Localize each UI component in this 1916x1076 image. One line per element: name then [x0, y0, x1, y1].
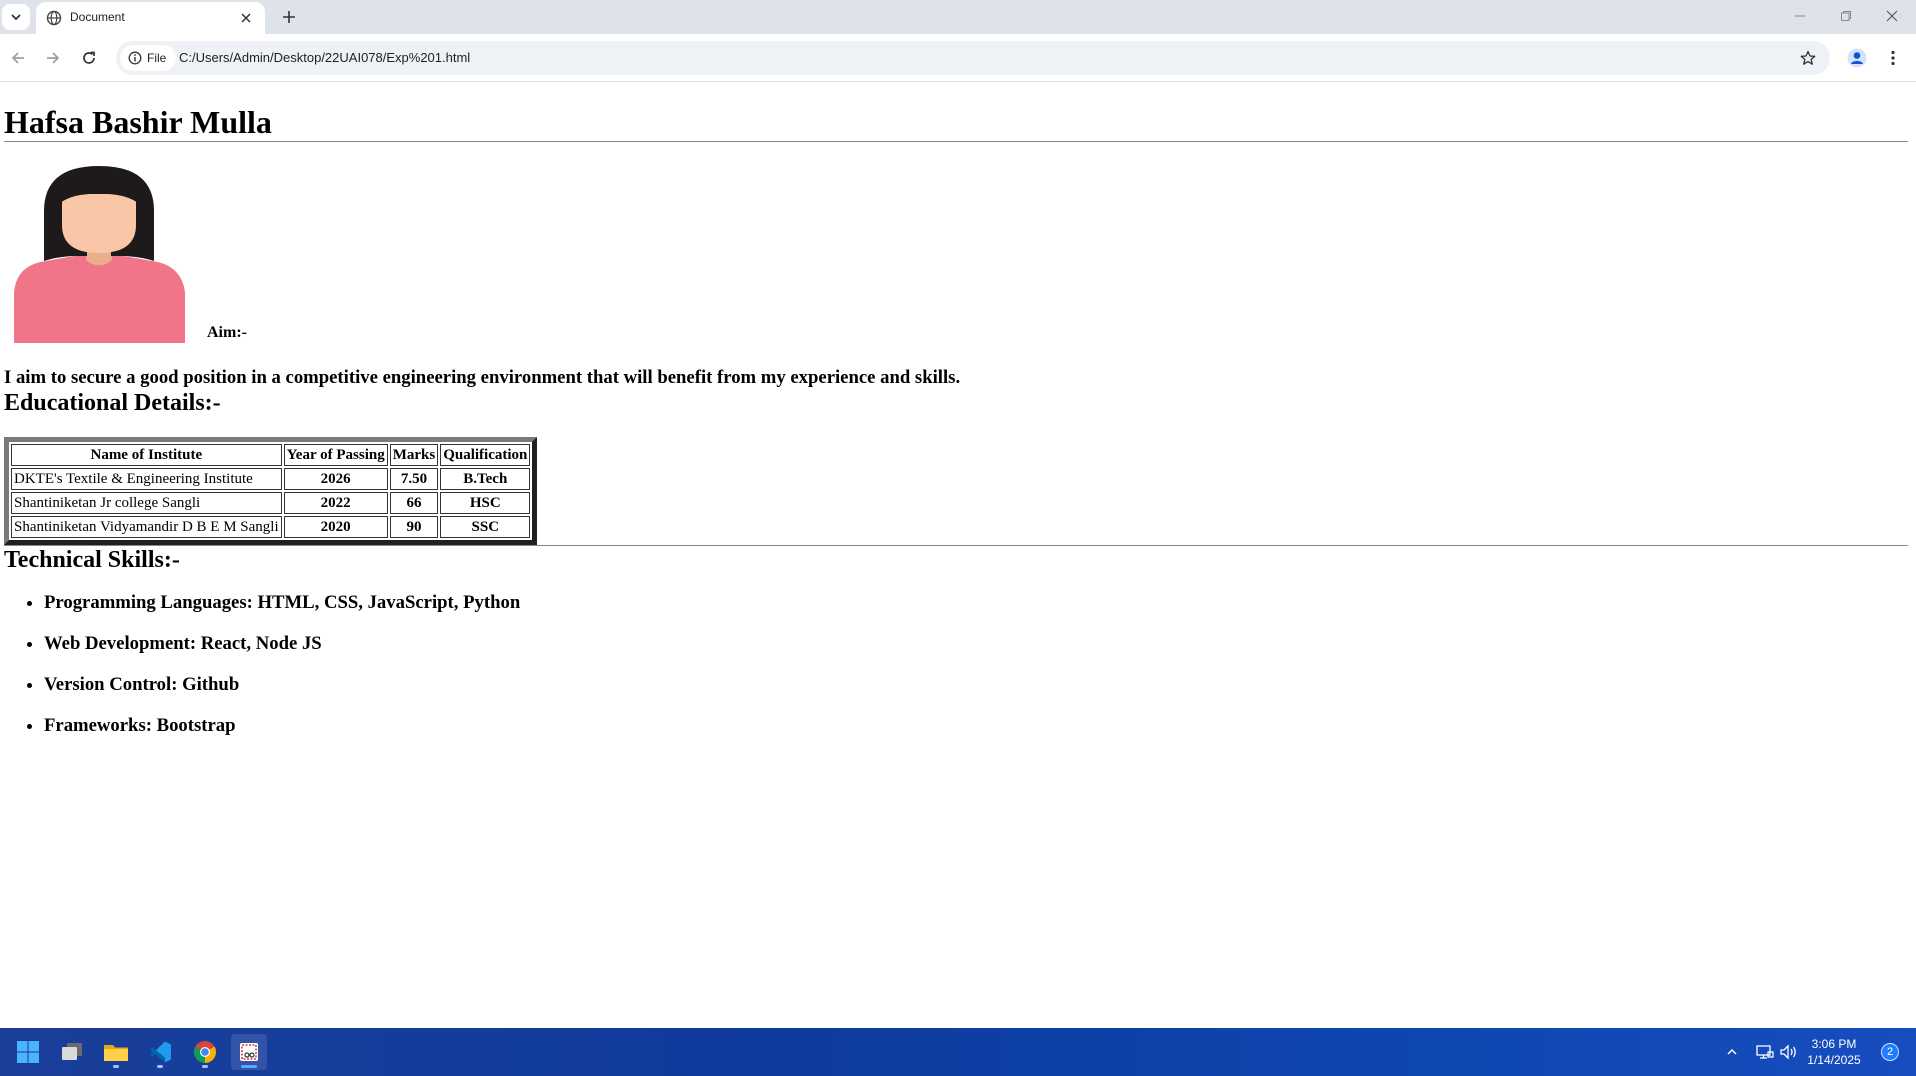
table-row: Shantiniketan Vidyamandir D B E M Sangli…	[11, 516, 531, 538]
minimize-icon	[1795, 15, 1805, 17]
browser-toolbar: File C:/Users/Admin/Desktop/22UAI078/Exp…	[0, 34, 1916, 82]
divider	[4, 141, 1908, 142]
kebab-menu-icon	[1891, 50, 1895, 66]
new-tab-button[interactable]	[277, 5, 301, 29]
tab-document[interactable]: Document	[36, 2, 265, 34]
table-row: DKTE's Textile & Engineering Institute 2…	[11, 468, 531, 490]
taskbar: 3:06 PM 1/14/2025 2	[0, 1028, 1916, 1076]
profile-icon	[1847, 48, 1867, 68]
avatar	[14, 166, 185, 343]
snipping-tool-icon	[240, 1043, 258, 1061]
chrome-icon	[194, 1041, 216, 1063]
column-header: Qualification	[440, 444, 531, 466]
marks-cell: 66	[389, 492, 439, 514]
notification-badge[interactable]: 2	[1881, 1043, 1899, 1061]
network-button[interactable]	[1755, 1042, 1775, 1062]
url-text[interactable]: C:/Users/Admin/Desktop/22UAI078/Exp%201.…	[179, 50, 470, 65]
back-button[interactable]	[4, 44, 32, 72]
clock-date: 1/14/2025	[1807, 1053, 1861, 1067]
star-icon	[1800, 50, 1816, 65]
qualification-cell: SSC	[440, 516, 531, 538]
resume-page: Hafsa Bashir Mulla Aim:- I aim to secure…	[4, 83, 1908, 756]
aim-text: I aim to secure a good position in a com…	[4, 367, 961, 388]
file-explorer-button[interactable]	[98, 1034, 134, 1070]
arrow-right-icon	[47, 52, 60, 64]
institute-cell: Shantiniketan Vidyamandir D B E M Sangli	[11, 516, 282, 538]
vscode-icon	[150, 1041, 171, 1063]
year-cell: 2026	[283, 468, 388, 490]
profile-button[interactable]	[1843, 44, 1871, 72]
tab-strip: Document	[0, 0, 1916, 34]
marks-cell: 90	[389, 516, 439, 538]
chevron-up-icon	[1727, 1048, 1737, 1055]
education-table: Name of Institute Year of Passing Marks …	[4, 437, 538, 545]
tab-title: Document	[70, 10, 125, 24]
windows-start-icon	[17, 1041, 39, 1063]
chevron-down-icon	[11, 14, 21, 21]
page-title: Hafsa Bashir Mulla	[4, 104, 272, 140]
running-indicator	[113, 1065, 119, 1068]
list-item: Frameworks: Bootstrap	[44, 715, 1908, 737]
skills-list: Programming Languages: HTML, CSS, JavaSc…	[4, 592, 1908, 737]
column-header: Name of Institute	[11, 444, 282, 466]
network-icon	[1756, 1045, 1774, 1059]
file-explorer-icon	[104, 1045, 128, 1061]
restore-icon	[1841, 11, 1851, 21]
close-window-button[interactable]	[1869, 0, 1915, 32]
start-button[interactable]	[10, 1034, 46, 1070]
address-bar[interactable]: File C:/Users/Admin/Desktop/22UAI078/Exp…	[116, 41, 1830, 75]
site-info-chip[interactable]: File	[120, 45, 177, 71]
site-chip-label: File	[147, 51, 167, 65]
qualification-cell: B.Tech	[440, 468, 531, 490]
skills-title: Technical Skills:-	[4, 547, 180, 573]
running-indicator	[202, 1065, 208, 1068]
clock-time: 3:06 PM	[1811, 1037, 1857, 1051]
reload-button[interactable]	[75, 44, 103, 72]
table-row: Shantiniketan Jr college Sangli 2022 66 …	[11, 492, 531, 514]
list-item: Web Development: React, Node JS	[44, 633, 1908, 655]
info-icon	[128, 51, 142, 65]
aim-label: Aim:-	[207, 324, 247, 341]
list-item: Programming Languages: HTML, CSS, JavaSc…	[44, 592, 1908, 614]
page-viewport: Hafsa Bashir Mulla Aim:- I aim to secure…	[0, 83, 1916, 1028]
close-icon	[241, 13, 251, 23]
running-indicator	[157, 1065, 163, 1068]
qualification-cell: HSC	[440, 492, 531, 514]
active-indicator	[241, 1065, 257, 1068]
snipping-tool-button[interactable]	[231, 1034, 267, 1070]
table-header-row: Name of Institute Year of Passing Marks …	[11, 444, 531, 466]
column-header: Marks	[389, 444, 439, 466]
restore-button[interactable]	[1823, 0, 1869, 32]
tray-overflow-button[interactable]	[1722, 1042, 1742, 1062]
browser-menu-button[interactable]	[1879, 44, 1907, 72]
plus-icon	[283, 11, 295, 23]
education-title: Educational Details:-	[4, 390, 221, 416]
year-cell: 2022	[283, 492, 388, 514]
close-icon	[1886, 10, 1898, 22]
forward-button[interactable]	[39, 44, 67, 72]
institute-cell: Shantiniketan Jr college Sangli	[11, 492, 282, 514]
vscode-button[interactable]	[142, 1034, 178, 1070]
system-clock[interactable]: 3:06 PM 1/14/2025	[1794, 1036, 1874, 1068]
bookmark-button[interactable]	[1796, 46, 1820, 70]
reload-icon	[83, 51, 95, 64]
tab-list-button[interactable]	[2, 4, 30, 30]
marks-cell: 7.50	[389, 468, 439, 490]
institute-cell: DKTE's Textile & Engineering Institute	[11, 468, 282, 490]
list-item: Version Control: Github	[44, 674, 1908, 696]
task-view-icon	[62, 1043, 82, 1060]
arrow-left-icon	[11, 52, 24, 64]
task-view-button[interactable]	[54, 1034, 90, 1070]
year-cell: 2020	[283, 516, 388, 538]
column-header: Year of Passing	[283, 444, 388, 466]
chrome-button[interactable]	[187, 1034, 223, 1070]
tab-close-button[interactable]	[237, 9, 255, 27]
globe-icon	[46, 10, 62, 26]
minimize-button[interactable]	[1777, 0, 1823, 32]
profile-row: Aim:-	[4, 163, 1908, 343]
